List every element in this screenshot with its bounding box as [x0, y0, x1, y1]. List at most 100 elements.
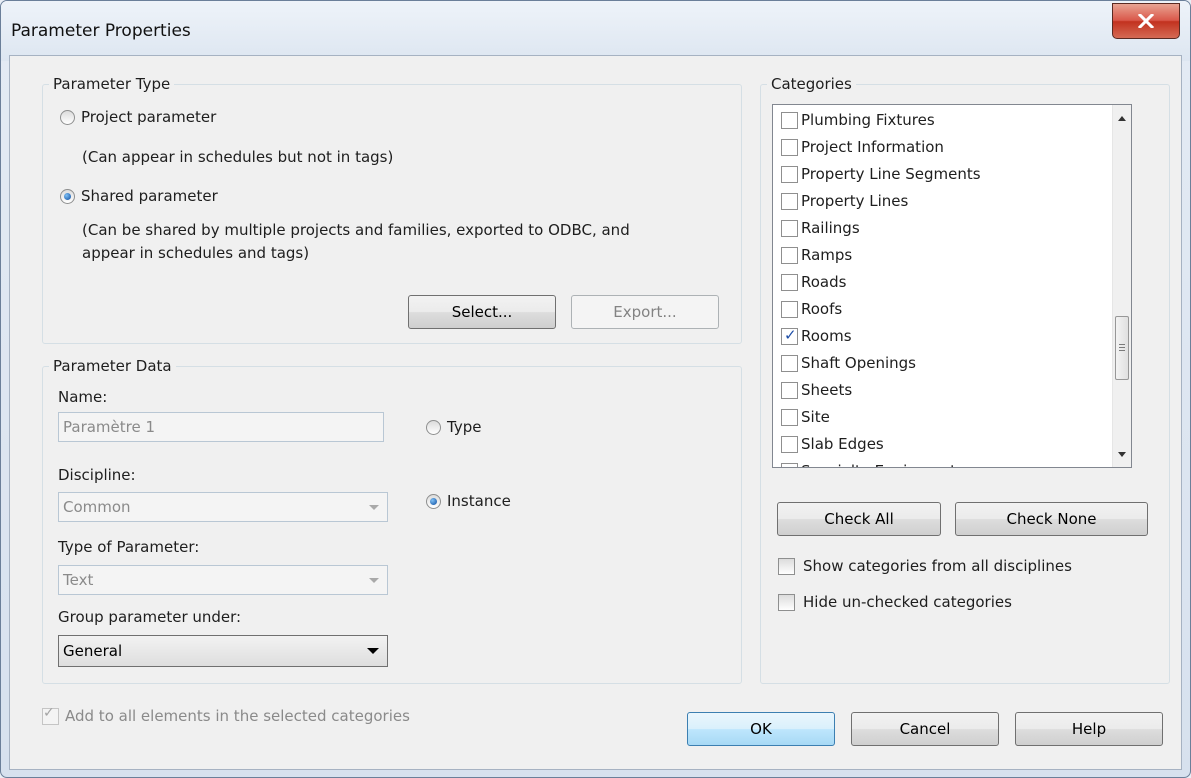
category-label: Sheets [801, 381, 853, 399]
dialog-window: Parameter Properties Parameter Type Proj… [0, 0, 1191, 778]
add-to-all-checkbox[interactable]: Add to all elements in the selected cate… [42, 705, 410, 725]
scroll-down-icon[interactable] [1118, 452, 1126, 457]
category-label: Roads [801, 273, 847, 291]
hide-unchecked-label: Hide un-checked categories [803, 593, 1012, 611]
chevron-down-icon [367, 648, 379, 654]
group-parameter-select[interactable]: General [58, 635, 388, 667]
category-item[interactable]: Project Information [781, 134, 944, 160]
category-item[interactable]: Shaft Openings [781, 350, 916, 376]
type-radio-label: Type [447, 418, 482, 436]
category-checkbox[interactable] [781, 462, 798, 467]
hide-unchecked-box[interactable] [778, 593, 795, 611]
ok-button[interactable]: OK [687, 712, 835, 746]
close-button[interactable] [1112, 3, 1180, 39]
category-item[interactable]: Railings [781, 215, 860, 241]
dialog-client: Parameter Type Project parameter (Can ap… [9, 55, 1182, 770]
shared-parameter-note-line2: appear in schedules and tags) [82, 244, 310, 262]
category-checkbox[interactable] [781, 435, 798, 453]
category-item[interactable]: Sheets [781, 377, 852, 403]
instance-radio-button[interactable] [426, 493, 441, 509]
cancel-button[interactable]: Cancel [851, 712, 999, 746]
hide-unchecked-checkbox[interactable]: Hide un-checked categories [778, 593, 1012, 611]
type-radio[interactable]: Type [426, 418, 481, 436]
category-checkbox[interactable] [781, 192, 798, 210]
shared-parameter-radio-button[interactable] [60, 188, 75, 204]
type-of-parameter-value: Text [63, 571, 94, 589]
category-checkbox[interactable] [781, 219, 798, 237]
category-item[interactable]: Site [781, 404, 830, 430]
category-label: Rooms [801, 327, 852, 345]
instance-radio[interactable]: Instance [426, 492, 511, 510]
discipline-select-value: Common [63, 498, 131, 516]
category-item[interactable]: Roofs [781, 296, 842, 322]
name-label: Name: [58, 388, 108, 406]
check-none-button[interactable]: Check None [955, 502, 1148, 536]
dialog-title: Parameter Properties [11, 21, 191, 41]
show-all-disciplines-label: Show categories from all disciplines [803, 557, 1072, 575]
category-label: Site [801, 408, 830, 426]
category-checkbox[interactable] [781, 381, 798, 399]
category-item[interactable]: Plumbing Fixtures [781, 107, 935, 133]
grip-line [1119, 350, 1125, 351]
select-button[interactable]: Select... [408, 295, 556, 329]
categories-list[interactable]: Plumbing Fixtures Project Information Prop… [772, 104, 1132, 468]
project-parameter-radio-button[interactable] [60, 109, 75, 125]
name-field-value: Paramètre 1 [63, 418, 156, 436]
project-parameter-label: Project parameter [81, 108, 217, 126]
parameter-data-legend: Parameter Data [49, 357, 176, 375]
category-checkbox[interactable] [781, 111, 798, 129]
chevron-down-icon [369, 505, 379, 510]
project-parameter-note: (Can appear in schedules but not in tags… [82, 148, 394, 166]
grip-line [1119, 347, 1125, 348]
show-all-disciplines-box[interactable] [778, 557, 795, 575]
category-item[interactable]: Specialty Equipment [781, 458, 956, 467]
shared-parameter-radio[interactable]: Shared parameter [60, 187, 218, 205]
category-checkbox[interactable] [781, 408, 798, 426]
name-field[interactable]: Paramètre 1 [58, 412, 384, 442]
category-checkbox[interactable] [781, 300, 798, 318]
chevron-down-icon [369, 578, 379, 583]
title-bar[interactable]: Parameter Properties [1, 1, 1190, 61]
category-item[interactable]: Property Line Segments [781, 161, 981, 187]
add-to-all-box[interactable] [42, 705, 59, 725]
category-checkbox[interactable] [781, 326, 798, 345]
type-of-parameter-select[interactable]: Text [58, 565, 388, 595]
category-checkbox[interactable] [781, 138, 798, 156]
categories-legend: Categories [767, 75, 856, 93]
category-item[interactable]: Property Lines [781, 188, 908, 214]
scroll-up-icon[interactable] [1118, 116, 1126, 121]
category-checkbox[interactable] [781, 246, 798, 264]
category-label: Railings [801, 219, 860, 237]
category-checkbox[interactable] [781, 165, 798, 183]
category-item[interactable]: Rooms [781, 323, 852, 349]
type-of-parameter-label: Type of Parameter: [58, 538, 200, 556]
scrollbar-thumb[interactable] [1115, 316, 1129, 380]
parameter-type-legend: Parameter Type [49, 75, 175, 93]
instance-radio-label: Instance [447, 492, 511, 510]
help-button[interactable]: Help [1015, 712, 1163, 746]
category-label: Project Information [801, 138, 944, 156]
category-label: Roofs [801, 300, 843, 318]
category-checkbox[interactable] [781, 354, 798, 372]
category-label: Plumbing Fixtures [801, 111, 935, 129]
close-icon [1138, 14, 1154, 28]
group-parameter-label: Group parameter under: [58, 608, 242, 626]
category-item[interactable]: Roads [781, 269, 846, 295]
category-label: Shaft Openings [801, 354, 916, 372]
type-radio-button[interactable] [426, 419, 441, 435]
categories-scrollbar[interactable] [1112, 105, 1131, 467]
category-checkbox[interactable] [781, 273, 798, 291]
category-label: Property Line Segments [801, 165, 981, 183]
add-to-all-label: Add to all elements in the selected cate… [65, 707, 410, 725]
project-parameter-radio[interactable]: Project parameter [60, 108, 216, 126]
check-all-button[interactable]: Check All [777, 502, 941, 536]
category-item[interactable]: Slab Edges [781, 431, 884, 457]
grip-line [1119, 344, 1125, 345]
discipline-label: Discipline: [58, 466, 136, 484]
export-button[interactable]: Export... [571, 295, 719, 329]
category-item[interactable]: Ramps [781, 242, 852, 268]
category-label: Specialty Equipment [801, 462, 956, 467]
discipline-select[interactable]: Common [58, 492, 388, 522]
show-all-disciplines-checkbox[interactable]: Show categories from all disciplines [778, 557, 1072, 575]
category-label: Ramps [801, 246, 853, 264]
